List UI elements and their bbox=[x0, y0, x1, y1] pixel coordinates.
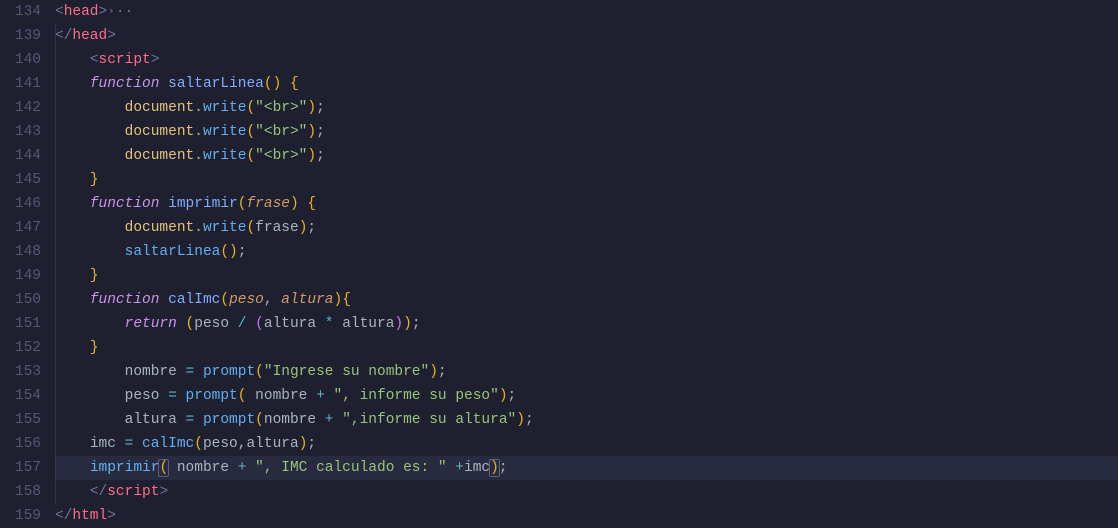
code-line[interactable]: </head> bbox=[55, 24, 1118, 48]
line-number: 145 bbox=[0, 168, 41, 192]
code-line[interactable]: nombre = prompt("Ingrese su nombre"); bbox=[55, 360, 1118, 384]
code-line-active[interactable]: imprimir( nombre + ", IMC calculado es: … bbox=[55, 456, 1118, 480]
line-number: 134 bbox=[0, 0, 41, 24]
line-number: 150 bbox=[0, 288, 41, 312]
code-line[interactable]: <script> bbox=[55, 48, 1118, 72]
code-line[interactable]: document.write("<br>"); bbox=[55, 120, 1118, 144]
line-number: 142 bbox=[0, 96, 41, 120]
code-line[interactable]: function saltarLinea() { bbox=[55, 72, 1118, 96]
line-number: 140 bbox=[0, 48, 41, 72]
line-number: 151 bbox=[0, 312, 41, 336]
code-line[interactable]: document.write("<br>"); bbox=[55, 144, 1118, 168]
line-number: 143 bbox=[0, 120, 41, 144]
code-line[interactable]: document.write("<br>"); bbox=[55, 96, 1118, 120]
code-line[interactable]: imc = calImc(peso,altura); bbox=[55, 432, 1118, 456]
code-line[interactable]: } bbox=[55, 168, 1118, 192]
line-number: 149 bbox=[0, 264, 41, 288]
code-line[interactable]: </script> bbox=[55, 480, 1118, 504]
code-line[interactable]: ›<head>··· bbox=[55, 0, 1118, 24]
code-line[interactable]: } bbox=[55, 336, 1118, 360]
line-number: 153 bbox=[0, 360, 41, 384]
line-number: 146 bbox=[0, 192, 41, 216]
line-number: 158 bbox=[0, 480, 41, 504]
chevron-right-icon[interactable]: › bbox=[105, 0, 117, 24]
line-number: 156 bbox=[0, 432, 41, 456]
code-line[interactable]: document.write(frase); bbox=[55, 216, 1118, 240]
line-number: 139 bbox=[0, 24, 41, 48]
line-number: 148 bbox=[0, 240, 41, 264]
line-number: 152 bbox=[0, 336, 41, 360]
code-area[interactable]: ›<head>··· </head> <script> function sal… bbox=[55, 0, 1118, 518]
line-number: 141 bbox=[0, 72, 41, 96]
line-number: 157 bbox=[0, 456, 41, 480]
code-line[interactable]: return (peso / (altura * altura)); bbox=[55, 312, 1118, 336]
line-number-gutter: 134 139 140 141 142 143 144 145 146 147 … bbox=[0, 0, 55, 518]
code-line[interactable]: </html> bbox=[55, 504, 1118, 528]
line-number: 154 bbox=[0, 384, 41, 408]
code-line[interactable]: altura = prompt(nombre + ",informe su al… bbox=[55, 408, 1118, 432]
line-number: 155 bbox=[0, 408, 41, 432]
line-number: 159 bbox=[0, 504, 41, 528]
code-line[interactable]: function calImc(peso, altura){ bbox=[55, 288, 1118, 312]
code-line[interactable]: } bbox=[55, 264, 1118, 288]
code-line[interactable]: peso = prompt( nombre + ", informe su pe… bbox=[55, 384, 1118, 408]
code-line[interactable]: function imprimir(frase) { bbox=[55, 192, 1118, 216]
line-number: 147 bbox=[0, 216, 41, 240]
line-number: 144 bbox=[0, 144, 41, 168]
code-editor[interactable]: 134 139 140 141 142 143 144 145 146 147 … bbox=[0, 0, 1118, 518]
code-line[interactable]: saltarLinea(); bbox=[55, 240, 1118, 264]
